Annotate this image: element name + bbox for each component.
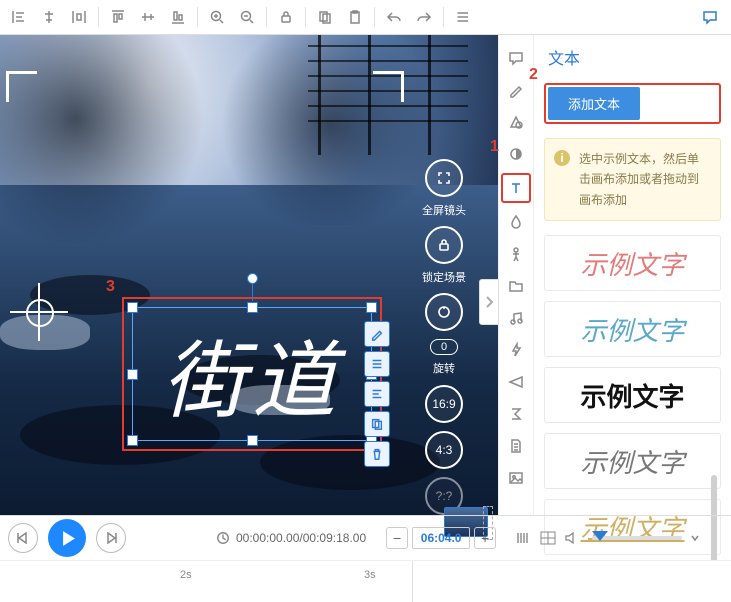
text-panel: 文本 添加文本 i 选中示例文本，然后单击画布添加或者拖动到画布添加 示例文字 … xyxy=(534,35,731,515)
main-area: 街道 全屏镜头 锁定场景 0 旋转 16:9 4:3 ?:? xyxy=(0,35,731,515)
zoom-in-button[interactable] xyxy=(204,4,230,30)
document-tab[interactable] xyxy=(503,433,529,459)
info-icon: i xyxy=(554,150,570,166)
volume-slider[interactable] xyxy=(592,536,682,540)
next-button[interactable] xyxy=(96,523,126,553)
edit-text-button[interactable] xyxy=(364,321,390,347)
copy-button[interactable] xyxy=(312,4,338,30)
paste-button[interactable] xyxy=(342,4,368,30)
hint-box: i 选中示例文本，然后单击画布添加或者拖动到画布添加 xyxy=(544,138,721,221)
annotation-marker-3: 3 xyxy=(106,278,115,296)
water-tab[interactable] xyxy=(503,209,529,235)
text-style-option[interactable]: 示例文字 xyxy=(544,433,721,489)
text-copy-button[interactable] xyxy=(364,411,390,437)
lock-scene-label: 锁定场景 xyxy=(422,272,466,285)
top-toolbar xyxy=(0,0,731,35)
volume-icon[interactable] xyxy=(564,531,578,545)
text-style-option[interactable]: 示例文字 xyxy=(544,301,721,357)
text-delete-button[interactable] xyxy=(364,441,390,467)
character-tab[interactable] xyxy=(503,241,529,267)
text-content[interactable]: 街道 xyxy=(124,299,380,449)
comment-tab[interactable] xyxy=(503,45,529,71)
text-style-option[interactable]: 示例文字 xyxy=(544,235,721,291)
redo-button[interactable] xyxy=(411,4,437,30)
hint-text: 选中示例文本，然后单击画布添加或者拖动到画布添加 xyxy=(579,152,699,207)
text-style-option[interactable]: 示例文字 xyxy=(544,367,721,423)
fullscreen-lens-label: 全屏镜头 xyxy=(422,205,466,218)
align-distribute-button[interactable] xyxy=(66,4,92,30)
playbar-misc xyxy=(516,531,700,545)
timecode-text: 00:00:00.00/00:09:18.00 xyxy=(236,531,366,545)
image-tab[interactable] xyxy=(503,465,529,491)
zoom-in-timeline[interactable]: + xyxy=(474,527,496,549)
zoom-control: − 06:04.0 + xyxy=(386,527,496,549)
text-tab[interactable] xyxy=(501,173,531,203)
annotation-marker-1: 1 xyxy=(490,138,499,156)
text-style-list: 示例文字 示例文字 示例文字 示例文字 示例文字 xyxy=(544,235,721,555)
pencil-tab[interactable] xyxy=(503,77,529,103)
align-middle-button[interactable] xyxy=(135,4,161,30)
clock-icon xyxy=(216,531,230,545)
text-settings-button[interactable] xyxy=(364,351,390,377)
lock-scene-button[interactable] xyxy=(425,226,463,264)
zoom-out-button[interactable] xyxy=(234,4,260,30)
comment-panel-button[interactable] xyxy=(697,4,723,30)
rotate-dial[interactable] xyxy=(425,293,463,331)
zoom-out-timeline[interactable]: − xyxy=(386,527,408,549)
chevron-down-icon[interactable] xyxy=(690,533,700,543)
ratio-16-9-button[interactable]: 16:9 xyxy=(425,385,463,423)
align-top-button[interactable] xyxy=(105,4,131,30)
playbar: 00:00:00.00/00:09:18.00 − 06:04.0 + xyxy=(0,515,731,560)
text-element[interactable]: 街道 xyxy=(122,297,382,451)
timeline-tick: 3s xyxy=(364,569,376,581)
formula-tab[interactable] xyxy=(503,401,529,427)
zoom-value: 06:04.0 xyxy=(412,527,470,549)
timeline-divider xyxy=(412,561,413,602)
panel-title: 文本 xyxy=(544,35,721,83)
expand-panel-handle[interactable] xyxy=(479,279,499,325)
opacity-tab[interactable] xyxy=(503,141,529,167)
folder-tab[interactable] xyxy=(503,273,529,299)
timecode: 00:00:00.00/00:09:18.00 xyxy=(216,531,366,545)
timeline-tick: 2s xyxy=(180,569,192,581)
text-align-button[interactable] xyxy=(364,381,390,407)
align-bottom-button[interactable] xyxy=(165,4,191,30)
add-text-button[interactable]: 添加文本 xyxy=(548,87,640,120)
frame-corner-tl-icon xyxy=(6,71,37,102)
text-quick-tools xyxy=(364,321,388,467)
annotation-marker-2: 2 xyxy=(529,66,538,84)
undo-button[interactable] xyxy=(381,4,407,30)
transition-tab[interactable] xyxy=(503,369,529,395)
columns-icon[interactable] xyxy=(516,531,532,545)
rotate-value: 0 xyxy=(430,339,458,355)
effects-tab[interactable] xyxy=(503,337,529,363)
canvas-tools: 全屏镜头 锁定场景 0 旋转 16:9 4:3 ?:? xyxy=(414,159,474,515)
add-text-highlight: 添加文本 xyxy=(544,83,721,124)
lock-button[interactable] xyxy=(273,4,299,30)
crosshair-icon xyxy=(10,283,68,341)
canvas[interactable]: 街道 全屏镜头 锁定场景 0 旋转 16:9 4:3 ?:? xyxy=(0,35,498,515)
music-tab[interactable] xyxy=(503,305,529,331)
frame-corner-tr-icon xyxy=(373,71,404,102)
rotate-handle[interactable] xyxy=(247,273,258,284)
play-button[interactable] xyxy=(48,519,86,557)
side-toolbar xyxy=(498,35,534,515)
rotate-label: 旋转 xyxy=(433,363,455,376)
grid-icon[interactable] xyxy=(540,531,556,545)
layer-list-button[interactable] xyxy=(450,4,476,30)
align-center-button[interactable] xyxy=(36,4,62,30)
ratio-4-3-button[interactable]: 4:3 xyxy=(425,431,463,469)
prev-button[interactable] xyxy=(8,523,38,553)
fullscreen-lens-button[interactable] xyxy=(425,159,463,197)
shape-tab[interactable] xyxy=(503,109,529,135)
align-left-button[interactable] xyxy=(6,4,32,30)
timeline[interactable]: 2s 3s xyxy=(0,560,731,602)
